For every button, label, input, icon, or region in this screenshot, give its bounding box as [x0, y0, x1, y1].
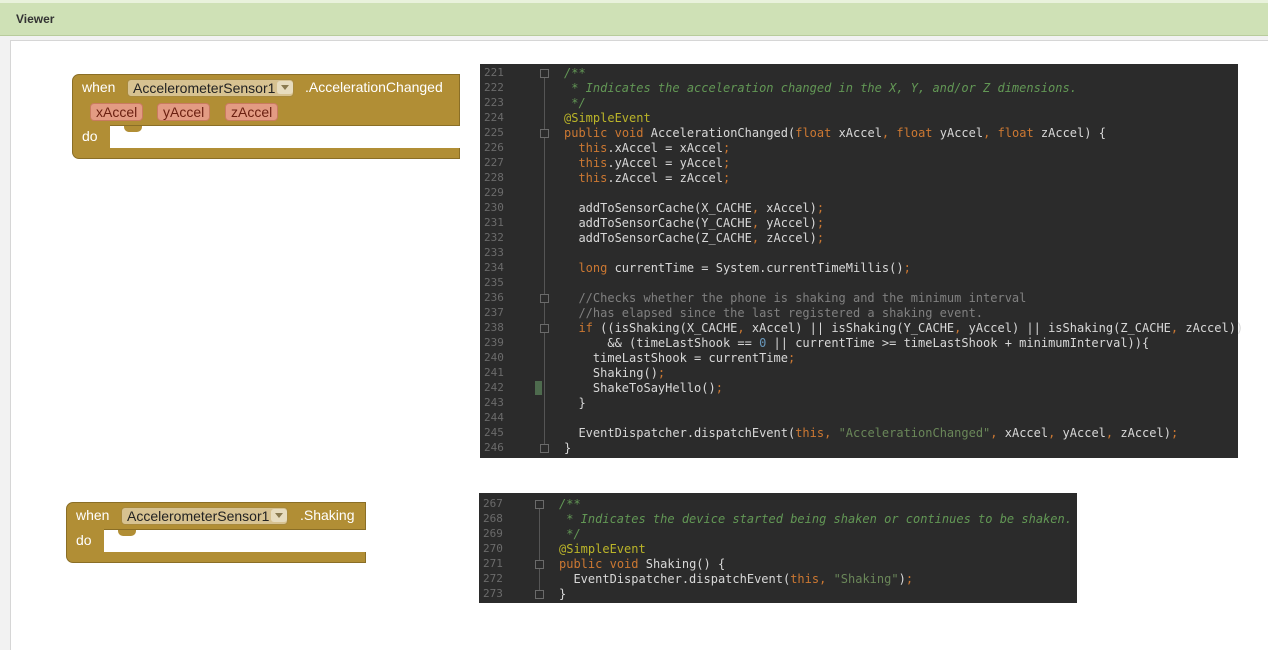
- fold-toggle-icon[interactable]: [540, 129, 549, 138]
- code-line: */: [559, 527, 581, 541]
- change-marker: [535, 381, 542, 395]
- do-label: do: [82, 128, 98, 144]
- fold-toggle-icon[interactable]: [540, 294, 549, 303]
- fold-toggle-icon[interactable]: [535, 590, 544, 599]
- code-line: }: [564, 396, 586, 410]
- param-yaccel[interactable]: yAccel: [157, 103, 211, 121]
- code-line: * Indicates the device started being sha…: [559, 512, 1072, 526]
- code-line: * Indicates the acceleration changed in …: [564, 81, 1077, 95]
- param-xaccel[interactable]: xAccel: [90, 103, 144, 121]
- code-line: //Checks whether the phone is shaking an…: [564, 291, 1027, 305]
- chevron-down-icon: [271, 509, 288, 522]
- line-number: 227: [484, 156, 504, 169]
- code-line: timeLastShook = currentTime;: [564, 351, 796, 365]
- line-number: 271: [483, 557, 503, 570]
- line-number: 269: [483, 527, 503, 540]
- fold-toggle-icon[interactable]: [535, 500, 544, 509]
- code-line: /**: [564, 66, 586, 80]
- code-line: this.xAccel = xAccel;: [578, 141, 731, 155]
- component-dropdown[interactable]: AccelerometerSensor1: [127, 79, 295, 97]
- do-label: do: [76, 532, 92, 548]
- line-number: 270: [483, 542, 503, 555]
- code-line: EventDispatcher.dispatchEvent(this, "Sha…: [559, 572, 914, 586]
- event-block-shaking[interactable]: when AccelerometerSensor1 .Shaking do: [66, 502, 368, 564]
- line-number: 232: [484, 231, 504, 244]
- line-number: 267: [483, 497, 503, 510]
- line-number: 244: [484, 411, 504, 424]
- line-number: 231: [484, 216, 504, 229]
- fold-toggle-icon[interactable]: [535, 560, 544, 569]
- code-line: }: [559, 587, 567, 601]
- line-number: 237: [484, 306, 504, 319]
- line-number: 238: [484, 321, 504, 334]
- line-number: 224: [484, 111, 504, 124]
- line-number: 221: [484, 66, 504, 79]
- code-line: long currentTime = System.currentTimeMil…: [578, 261, 911, 275]
- line-number: 235: [484, 276, 504, 289]
- line-number: 272: [483, 572, 503, 585]
- line-number: 223: [484, 96, 504, 109]
- component-dropdown-label: AccelerometerSensor1: [133, 80, 276, 96]
- line-number: 273: [483, 587, 503, 600]
- chevron-down-icon: [277, 81, 294, 94]
- code-line: }: [564, 441, 572, 455]
- line-number: 233: [484, 246, 504, 259]
- code-line: @SimpleEvent: [564, 111, 651, 125]
- line-number: 246: [484, 441, 504, 454]
- fold-toggle-icon[interactable]: [540, 324, 549, 333]
- line-number: 243: [484, 396, 504, 409]
- component-dropdown[interactable]: AccelerometerSensor1: [121, 507, 289, 525]
- fold-toggle-icon[interactable]: [540, 69, 549, 78]
- code-line: this.zAccel = zAccel;: [578, 171, 731, 185]
- event-name: .Shaking: [300, 507, 355, 523]
- viewer-title: Viewer: [16, 12, 55, 26]
- code-line: EventDispatcher.dispatchEvent(this, "Acc…: [564, 426, 1179, 440]
- line-number: 234: [484, 261, 504, 274]
- code-line: /**: [559, 497, 581, 511]
- code-line: addToSensorCache(Z_CACHE, zAccel);: [564, 231, 825, 245]
- line-number: 241: [484, 366, 504, 379]
- event-block-acceleration-changed[interactable]: when AccelerometerSensor1 .AccelerationC…: [72, 74, 462, 160]
- code-line: @SimpleEvent: [559, 542, 646, 556]
- code-line: //has elapsed since the last registered …: [564, 306, 984, 320]
- line-number: 226: [484, 141, 504, 154]
- line-number: 222: [484, 81, 504, 94]
- line-number: 242: [484, 381, 504, 394]
- line-number: 268: [483, 512, 503, 525]
- code-panel-acceleration-changed: 221 /** 222 * Indicates the acceleration c…: [480, 64, 1243, 458]
- code-line: public void AccelerationChanged(float xA…: [564, 126, 1106, 140]
- code-line: public void Shaking() {: [559, 557, 726, 571]
- event-name: .AccelerationChanged: [305, 79, 443, 95]
- when-label: when: [82, 79, 116, 95]
- viewer-header: Viewer: [0, 0, 1268, 36]
- line-number: 230: [484, 201, 504, 214]
- line-number: 239: [484, 336, 504, 349]
- fold-toggle-icon[interactable]: [540, 444, 549, 453]
- fold-gutter: [539, 505, 540, 595]
- code-line: Shaking();: [564, 366, 666, 380]
- line-number: 228: [484, 171, 504, 184]
- line-number: 240: [484, 351, 504, 364]
- line-number: 229: [484, 186, 504, 199]
- code-panel-shaking: 267 /** 268 * Indicates the device started…: [479, 493, 1077, 603]
- code-line: addToSensorCache(X_CACHE, xAccel);: [564, 201, 825, 215]
- line-number: 225: [484, 126, 504, 139]
- line-number: 245: [484, 426, 504, 439]
- code-line: */: [564, 96, 586, 110]
- code-line: if ((isShaking(X_CACHE, xAccel) || isSha…: [578, 321, 1244, 335]
- code-line: this.yAccel = yAccel;: [578, 156, 731, 170]
- line-number: 236: [484, 291, 504, 304]
- code-line: ShakeToSayHello();: [564, 381, 723, 395]
- param-zaccel[interactable]: zAccel: [225, 103, 279, 121]
- when-label: when: [76, 507, 110, 523]
- component-dropdown-label: AccelerometerSensor1: [127, 508, 270, 524]
- code-line: && (timeLastShook == 0 || currentTime >=…: [564, 336, 1150, 350]
- code-line: addToSensorCache(Y_CACHE, yAccel);: [564, 216, 825, 230]
